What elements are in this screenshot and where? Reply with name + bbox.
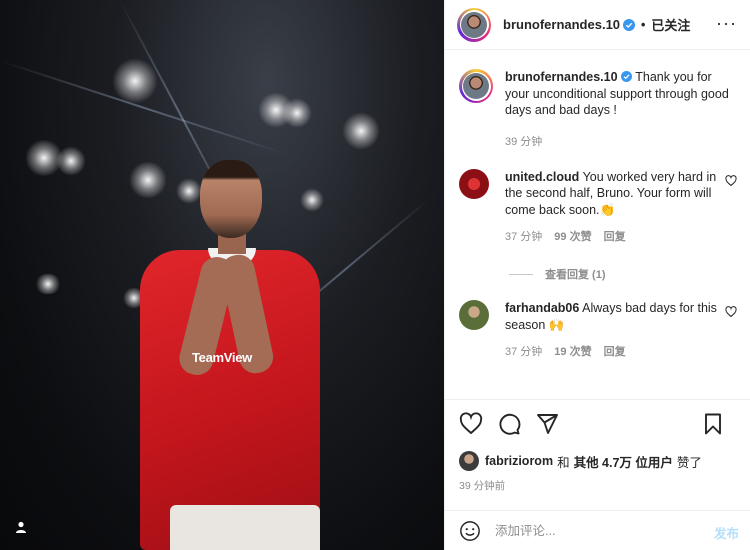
like-comment-icon[interactable] xyxy=(725,174,737,187)
share-icon[interactable] xyxy=(535,412,559,436)
post-timestamp[interactable]: 39 分钟前 xyxy=(459,478,505,493)
comment-likes[interactable]: 19 次赞 xyxy=(554,343,591,359)
bookmark-icon[interactable] xyxy=(701,412,725,436)
comment-item: farhandab06 Always bad days for this sea… xyxy=(459,300,737,333)
liker-avatar[interactable] xyxy=(459,451,479,471)
comment-username[interactable]: united.cloud xyxy=(505,170,579,184)
author-username[interactable]: brunofernandes.10 xyxy=(503,17,620,32)
verified-badge-icon xyxy=(623,18,636,31)
comment-icon[interactable] xyxy=(497,412,521,436)
stadium-light xyxy=(56,146,86,176)
separator-dot: • xyxy=(641,17,646,32)
reply-button[interactable]: 回复 xyxy=(604,343,626,359)
post-side-panel: brunofernandes.10 • 已关注 ··· brunofernand… xyxy=(444,0,750,550)
jersey-sponsor: TeamView xyxy=(192,350,252,365)
comment-likes[interactable]: 99 次赞 xyxy=(554,228,591,244)
view-replies-label: 查看回复 (1) xyxy=(545,269,606,281)
more-options-icon[interactable]: ··· xyxy=(716,14,737,32)
stadium-light xyxy=(34,274,62,294)
post-actions-bar xyxy=(445,399,750,447)
add-comment-bar: 发布 xyxy=(445,510,750,550)
comment-meta: 37 分钟 99 次赞 回复 xyxy=(505,228,737,244)
user-tag-icon[interactable] xyxy=(14,520,28,534)
author-avatar-image xyxy=(461,11,487,38)
emoji-icon[interactable] xyxy=(459,520,481,542)
likes-others[interactable]: 其他 4.7万 位用户 xyxy=(574,452,673,471)
commenter-avatar[interactable] xyxy=(459,168,489,199)
caption-username[interactable]: brunofernandes.10 xyxy=(505,70,618,84)
head xyxy=(200,160,262,238)
comment-meta: 37 分钟 19 次赞 回复 xyxy=(505,343,737,359)
heart-icon[interactable] xyxy=(459,412,483,436)
add-comment-input[interactable] xyxy=(495,523,685,538)
liker-username[interactable]: fabriziorom xyxy=(485,454,553,468)
reply-button[interactable]: 回复 xyxy=(604,228,626,244)
stadium-light xyxy=(342,112,380,150)
shorts xyxy=(170,505,320,550)
caption-avatar-image xyxy=(463,73,489,99)
post-header: brunofernandes.10 • 已关注 ··· xyxy=(445,0,750,50)
likes-liked: 赞了 xyxy=(676,455,702,470)
stadium-light xyxy=(282,98,312,128)
like-comment-icon[interactable] xyxy=(725,306,737,318)
likes-and: 和 xyxy=(557,455,570,470)
replies-divider xyxy=(509,273,533,275)
comment-item: united.cloud You worked very hard in the… xyxy=(459,168,737,219)
comment-username[interactable]: farhandab06 xyxy=(505,301,579,315)
author-avatar[interactable] xyxy=(457,7,491,42)
caption-time: 39 分钟 xyxy=(505,135,543,148)
player-figure: TeamView xyxy=(130,160,330,550)
stadium-light xyxy=(112,58,158,104)
caption-meta: 39 分钟 xyxy=(505,133,737,149)
following-button[interactable]: 已关注 xyxy=(651,15,690,34)
likes-summary[interactable]: fabriziorom 和 其他 4.7万 位用户 赞了 xyxy=(459,451,702,471)
comment-time: 37 分钟 xyxy=(505,231,543,243)
comment-time: 37 分钟 xyxy=(505,346,543,358)
verified-badge-icon xyxy=(621,71,633,82)
commenter-avatar[interactable] xyxy=(459,300,489,330)
caption-row: brunofernandes.10 Thank you for your unc… xyxy=(459,69,737,119)
post-comment-button[interactable]: 发布 xyxy=(714,523,739,542)
caption-avatar[interactable] xyxy=(459,69,493,103)
view-replies-button[interactable]: 查看回复 (1) xyxy=(509,266,737,282)
post-photo[interactable]: TeamView xyxy=(0,0,444,550)
comments-list[interactable]: brunofernandes.10 Thank you for your unc… xyxy=(445,51,750,398)
